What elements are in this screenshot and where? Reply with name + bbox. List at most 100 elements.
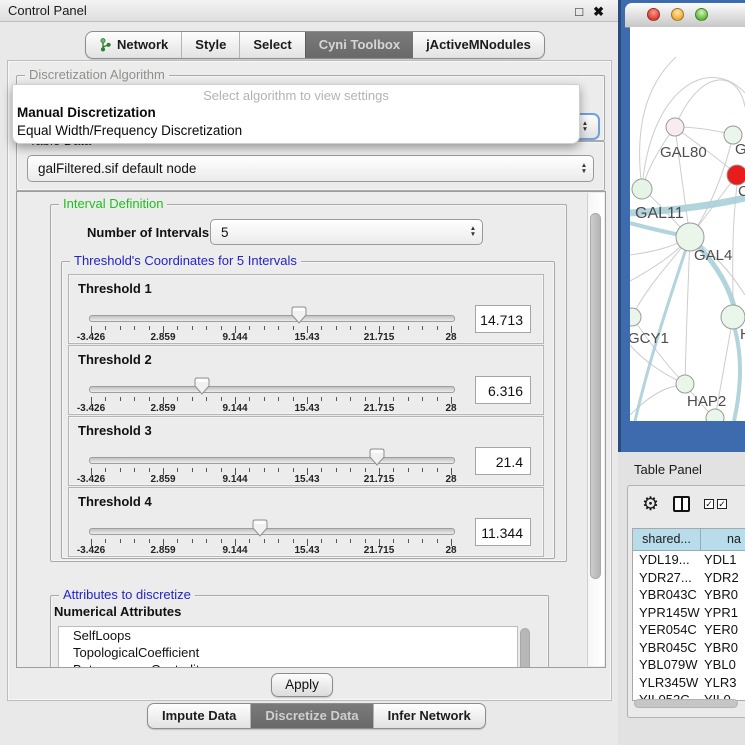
slider-handle[interactable]	[194, 377, 210, 395]
algorithm-placeholder-item: Select algorithm to view settings	[13, 85, 579, 104]
settings-scrollbar-thumb[interactable]	[590, 213, 601, 579]
slider-track[interactable]	[89, 528, 455, 535]
attribute-list-item[interactable]: BetweennessCentrality	[59, 661, 517, 668]
slider-tick	[206, 468, 207, 472]
number-of-intervals-combo[interactable]: 5 ▲▼	[210, 219, 483, 245]
tab-impute-data[interactable]: Impute Data	[148, 704, 250, 728]
slider-track[interactable]	[89, 315, 455, 322]
threshold-box: Threshold 3-3.4262.8599.14415.4321.71528…	[68, 416, 544, 486]
slider-tick	[149, 397, 150, 401]
table-row[interactable]: YPR145WYPR1	[633, 604, 745, 622]
slider-handle[interactable]	[252, 519, 268, 537]
table-row[interactable]: YBR045CYBR0	[633, 639, 745, 657]
tab-select[interactable]: Select	[239, 32, 304, 58]
slider-tick	[105, 326, 106, 330]
zoom-traffic-light[interactable]	[695, 8, 708, 21]
slider-handle[interactable]	[291, 306, 307, 324]
slider-tick	[120, 539, 121, 543]
slider-tick-label: 28	[445, 545, 456, 556]
tab-infer-network[interactable]: Infer Network	[373, 704, 485, 728]
settings-scrollarea: Interval Definition Number of Intervals …	[16, 191, 606, 668]
node-pink[interactable]	[666, 118, 684, 136]
column-header-name[interactable]: na	[701, 529, 745, 550]
slider-tick	[149, 468, 150, 472]
attributes-list-scrollbar[interactable]	[520, 628, 530, 668]
slider-tick-label: 2.859	[150, 332, 175, 343]
gear-icon[interactable]: ⚙	[642, 495, 659, 514]
menu-item-manual-discretization[interactable]: Manual Discretization	[13, 104, 579, 122]
slider-tick	[221, 539, 222, 543]
slider-tick	[249, 326, 250, 330]
tab-jactivemnodules[interactable]: jActiveMNodules	[413, 32, 544, 58]
slider-tick	[149, 326, 150, 330]
slider-tick	[408, 326, 409, 330]
cell-shared-name: YBL079W	[633, 656, 701, 674]
node-green-left[interactable]	[632, 179, 652, 199]
tab-discretize-data[interactable]: Discretize Data	[250, 704, 372, 728]
numerical-attributes-label: Numerical Attributes	[54, 604, 181, 619]
threshold-box: Threshold 2-3.4262.8599.14415.4321.71528…	[68, 345, 544, 415]
slider-tick	[422, 326, 423, 330]
threshold-value-field[interactable]: 11.344	[475, 518, 531, 546]
slider-tick-label: 28	[445, 403, 456, 414]
attribute-list-item[interactable]: TopologicalCoefficient	[59, 644, 517, 661]
network-icon	[99, 38, 112, 52]
table-toolbar: ⚙ ✓ ✓	[628, 486, 745, 522]
slider-tick	[221, 468, 222, 472]
table-row[interactable]: YDR27...YDR2	[633, 569, 745, 587]
slider-tick-label: -3.426	[77, 332, 105, 343]
slider-tick	[393, 539, 394, 543]
apply-button[interactable]: Apply	[271, 673, 333, 697]
network-view-window: GAL80GACGAL11GAL4GCY1HHAP2	[618, 0, 745, 452]
slider-track[interactable]	[89, 386, 455, 393]
slider-tick	[321, 539, 322, 543]
table-data-combo[interactable]: galFiltered.sif default node ▲▼	[27, 155, 594, 182]
threshold-value-field[interactable]: 14.713	[475, 305, 531, 333]
threshold-value-field[interactable]: 6.316	[475, 376, 531, 404]
close-icon[interactable]: ✖	[593, 5, 604, 18]
table-row[interactable]: YBR043CYBR0	[633, 586, 745, 604]
table-row[interactable]: YBL079WYBL0	[633, 656, 745, 674]
table-data-combo-value: galFiltered.sif default node	[28, 161, 575, 176]
attribute-list-item[interactable]: SelfLoops	[59, 627, 517, 644]
checkbox-icon[interactable]: ✓	[704, 499, 714, 509]
slider-tick-label: 21.715	[364, 332, 395, 343]
node-bottom[interactable]	[706, 409, 724, 421]
slider-tick	[293, 326, 294, 330]
settings-scrollbar-track[interactable]	[587, 193, 604, 666]
slider-tick-label: 2.859	[150, 403, 175, 414]
table-row[interactable]: YER054CYER0	[633, 621, 745, 639]
columns-icon[interactable]	[673, 496, 690, 512]
slider-tick-label: 21.715	[364, 545, 395, 556]
tab-style[interactable]: Style	[181, 32, 239, 58]
node-gcy1[interactable]	[630, 308, 641, 326]
slider-tick	[408, 397, 409, 401]
menu-item-equal-width-frequency[interactable]: Equal Width/Frequency Discretization	[13, 122, 579, 140]
node-hap2[interactable]	[676, 375, 694, 393]
cell-name: YLR3	[701, 674, 745, 692]
node-red[interactable]	[727, 165, 745, 185]
minimize-traffic-light[interactable]	[671, 8, 684, 21]
threshold-value-field[interactable]: 21.4	[475, 447, 531, 475]
stepper-arrows-icon: ▲▼	[575, 163, 593, 175]
table-row[interactable]: YLR345WYLR3	[633, 674, 745, 692]
table-hscrollbar-thumb[interactable]	[634, 699, 738, 708]
slider-handle[interactable]	[369, 448, 385, 466]
slider-track[interactable]	[89, 457, 455, 464]
tab-cyni-toolbox[interactable]: Cyni Toolbox	[305, 32, 413, 58]
slider-tick	[206, 326, 207, 330]
slider-tick	[134, 326, 135, 330]
close-traffic-light[interactable]	[647, 8, 660, 21]
slider-tick-label: 15.43	[294, 474, 319, 485]
number-of-intervals-label: Number of Intervals	[87, 225, 209, 240]
column-header-shared-name[interactable]: shared...	[633, 529, 701, 550]
network-canvas[interactable]: GAL80GACGAL11GAL4GCY1HHAP2	[630, 27, 745, 421]
float-window-icon[interactable]: □	[575, 5, 583, 18]
slider-tick	[192, 468, 193, 472]
slider-tick	[293, 468, 294, 472]
discretization-algorithm-group-title: Discretization Algorithm	[25, 67, 169, 82]
table-row[interactable]: YDL19...YDL1	[633, 551, 745, 569]
slider-tick	[120, 397, 121, 401]
checkbox-icon[interactable]: ✓	[717, 499, 727, 509]
tab-network[interactable]: Network	[86, 32, 181, 58]
